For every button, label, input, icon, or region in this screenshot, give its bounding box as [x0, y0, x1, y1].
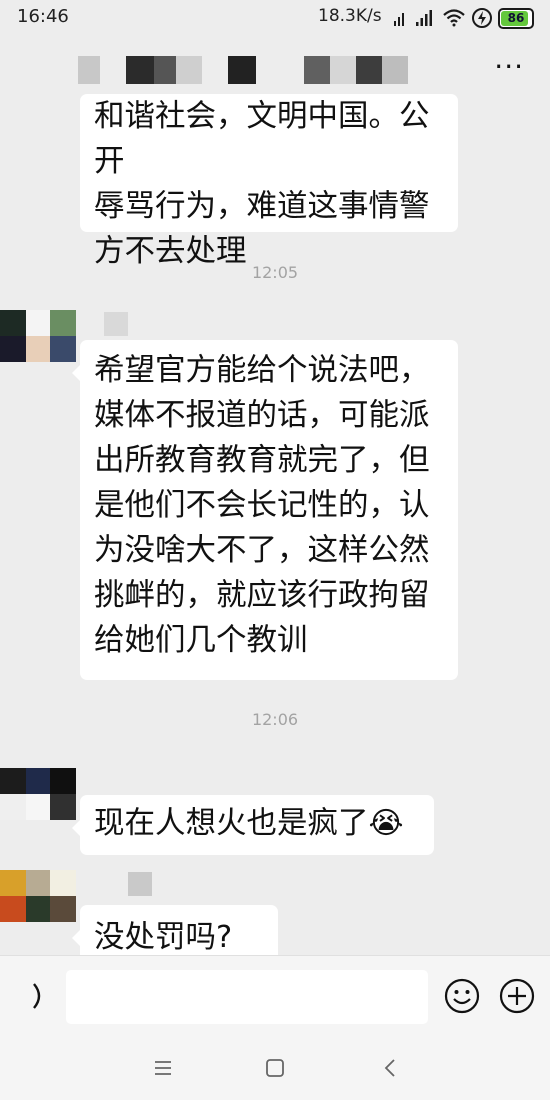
- add-icon[interactable]: [499, 978, 535, 1014]
- message-text: 希望官方能给个说法吧， 媒体不报道的话，可能派 出所教育教育就完了，但 是他们不…: [94, 348, 430, 663]
- message-line: 为没啥大不了，这样公然: [94, 533, 430, 568]
- home-icon[interactable]: [260, 1055, 290, 1081]
- message-line: 辱骂行为，难道这事情警: [94, 189, 430, 224]
- message-line: 挑衅的，就应该行政拘留: [94, 578, 430, 613]
- signal-icon: [416, 10, 432, 26]
- message-bubble[interactable]: 和谐社会，文明中国。公开 辱骂行为，难道这事情警 方不去处理: [80, 94, 458, 269]
- message-bubble[interactable]: 希望官方能给个说法吧， 媒体不报道的话，可能派 出所教育教育就完了，但 是他们不…: [72, 340, 458, 680]
- message-text: 现在人想火也是疯了😭: [94, 801, 404, 846]
- voice-icon[interactable]: [22, 978, 50, 1014]
- charging-icon: [472, 8, 492, 28]
- avatar[interactable]: [0, 310, 76, 390]
- sender-name-blurred: [104, 312, 128, 336]
- avatar[interactable]: [0, 768, 76, 820]
- menu-icon[interactable]: [148, 1055, 178, 1081]
- battery-icon: 86: [498, 8, 534, 29]
- wifi-icon: [443, 9, 465, 27]
- timestamp: 12:05: [251, 263, 299, 282]
- network-speed: 18.3K/s: [318, 6, 382, 26]
- message-bubble[interactable]: 现在人想火也是疯了😭: [72, 795, 434, 855]
- message-line: 给她们几个教训: [94, 623, 308, 658]
- system-nav-bar: [0, 1035, 550, 1100]
- status-bar: 16:46 18.3K/s 86: [0, 0, 550, 36]
- message-input[interactable]: [66, 970, 428, 1024]
- message-line: 媒体不报道的话，可能派: [94, 398, 430, 433]
- battery-level: 86: [507, 11, 525, 25]
- more-options-button[interactable]: ···: [494, 50, 524, 83]
- message-line: 是他们不会长记性的，认: [94, 488, 430, 523]
- timestamp: 12:06: [251, 710, 299, 729]
- message-line: 和谐社会，文明中国。公开: [94, 99, 430, 179]
- message-line: 现在人想火也是疯了: [94, 806, 369, 841]
- message-line: 没处罚吗?: [94, 920, 233, 955]
- emoji-icon[interactable]: [444, 978, 480, 1014]
- sender-name-blurred: [128, 872, 152, 896]
- message-line: 出所教育教育就完了，但: [94, 443, 430, 478]
- status-time: 16:46: [17, 6, 69, 27]
- message-line: 希望官方能给个说法吧，: [94, 353, 430, 388]
- crying-laughing-emoji: 😭: [368, 806, 404, 841]
- input-bar: [0, 955, 550, 1036]
- message-text: 没处罚吗?: [94, 915, 232, 960]
- back-icon[interactable]: [375, 1055, 405, 1081]
- avatar[interactable]: [0, 870, 76, 922]
- message-text: 和谐社会，文明中国。公开 辱骂行为，难道这事情警 方不去处理: [94, 94, 458, 274]
- signal-icon: [394, 13, 404, 26]
- chat-header: ···: [0, 36, 550, 98]
